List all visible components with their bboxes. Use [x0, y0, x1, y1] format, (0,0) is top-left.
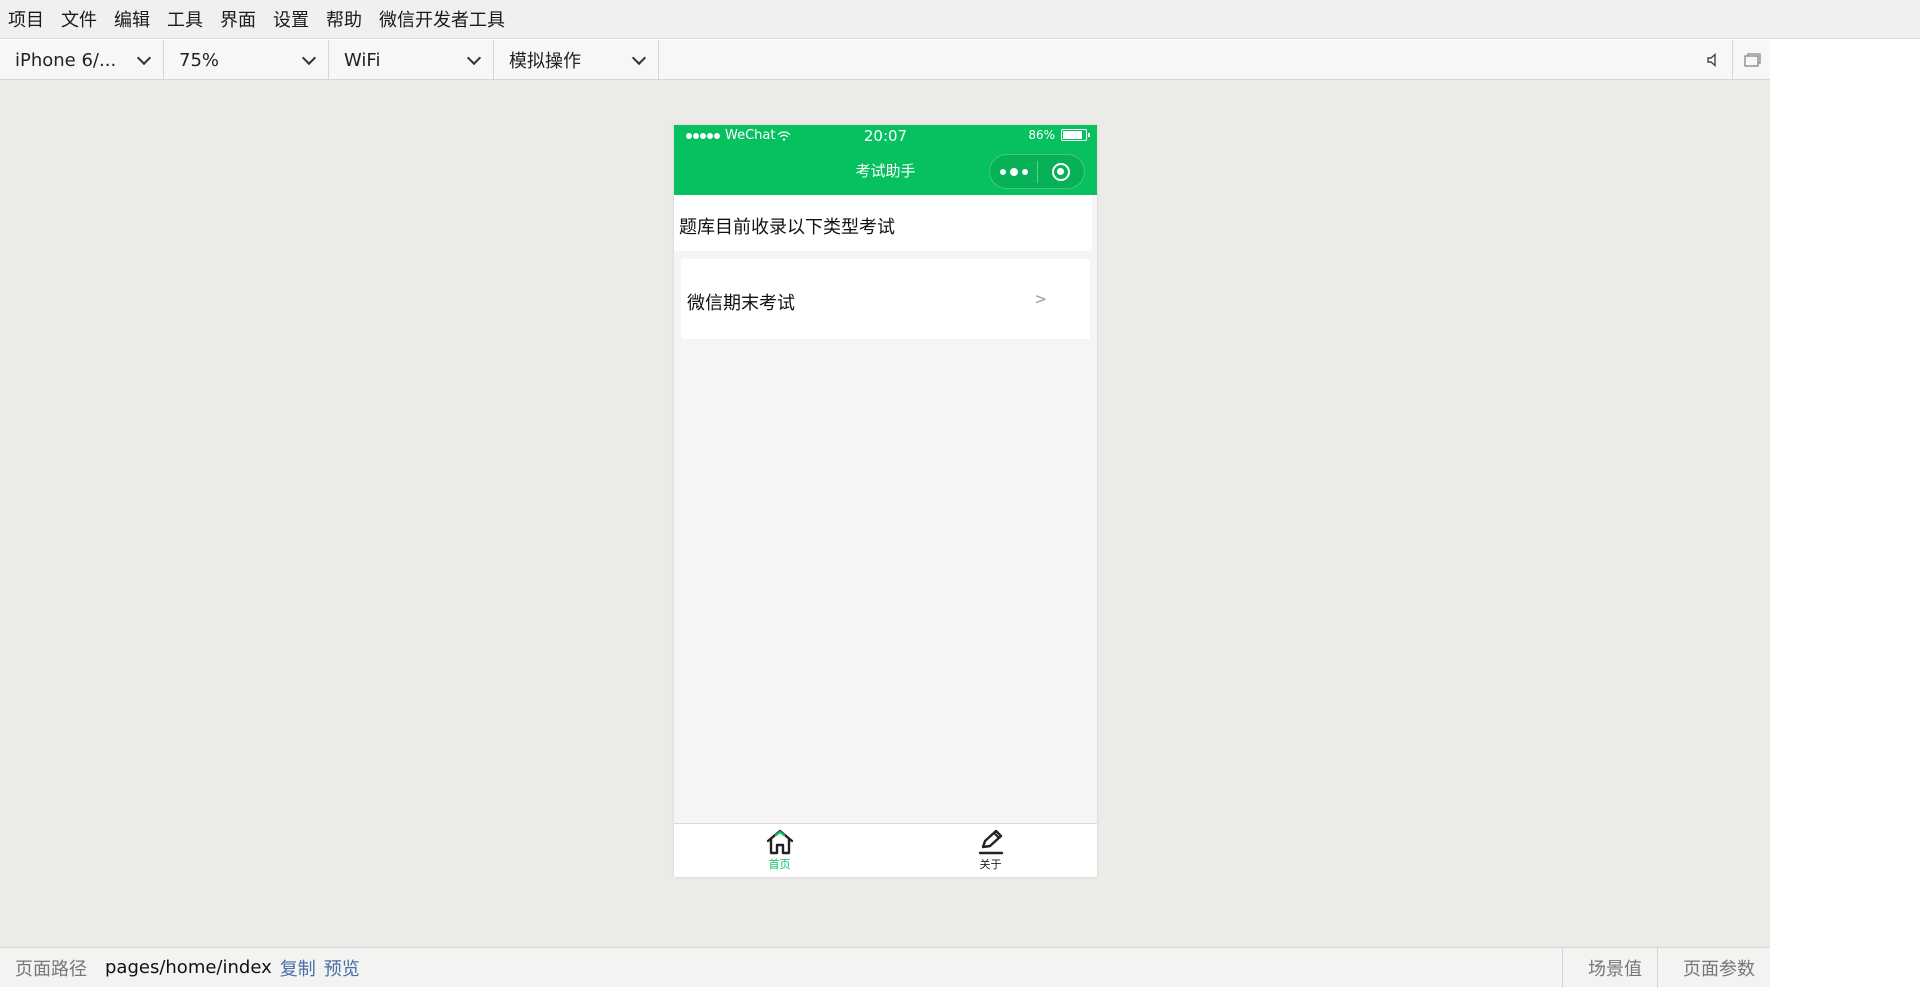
exam-name: 微信期末考试 [687, 293, 795, 314]
menu-item-tools[interactable]: 工具 [167, 6, 203, 32]
menu-item-devtools[interactable]: 微信开发者工具 [379, 6, 505, 32]
window-icon [1743, 53, 1761, 67]
capsule-menu [989, 154, 1085, 189]
tab-about[interactable]: 关于 [885, 824, 1096, 878]
phone-simulator: WeChat 20:07 86% 考试助手 题库目前收录以下类型考试 微信期末考… [674, 125, 1097, 877]
content-header: 题库目前收录以下类型考试 [674, 195, 1092, 251]
menu-item-interface[interactable]: 界面 [220, 6, 256, 32]
device-select[interactable]: iPhone 6/... [0, 40, 164, 80]
menu-item-settings[interactable]: 设置 [273, 6, 309, 32]
zoom-select-value: 75% [179, 49, 220, 71]
network-select-value: WiFi [344, 49, 381, 71]
target-icon [1051, 162, 1070, 181]
tab-bar: 首页 关于 [674, 823, 1097, 877]
close-miniprogram-button[interactable] [1038, 154, 1084, 189]
chevron-down-icon [631, 50, 647, 65]
simulator-area: iPhone 6/... 75% WiFi 模拟操作 WeChat 20:07 … [0, 40, 1770, 947]
phone-status-bar: WeChat 20:07 86% [674, 125, 1097, 147]
list-item[interactable]: 微信期末考试 > [681, 259, 1090, 339]
tab-home[interactable]: 首页 [674, 824, 885, 878]
menu-bar: 项目 文件 编辑 工具 界面 设置 帮助 微信开发者工具 [0, 0, 1920, 39]
battery-percent: 86% [1028, 128, 1055, 142]
bottom-right-buttons: 场景值 页面参数 [1562, 948, 1770, 988]
edit-icon [978, 829, 1003, 855]
preview-link[interactable]: 预览 [324, 955, 360, 981]
page-path-bar: 页面路径 pages/home/index 复制 预览 场景值 页面参数 [0, 947, 1770, 988]
mute-button[interactable] [1694, 40, 1732, 80]
operation-select[interactable]: 模拟操作 [494, 40, 659, 80]
device-select-value: iPhone 6/... [15, 49, 117, 71]
operation-select-value: 模拟操作 [509, 51, 581, 72]
tab-about-label: 关于 [979, 858, 1002, 871]
copy-link[interactable]: 复制 [280, 955, 316, 981]
zoom-select[interactable]: 75% [164, 40, 329, 80]
chevron-down-icon [466, 50, 482, 65]
chevron-right-icon: > [1034, 290, 1047, 308]
content-header-text: 题库目前收录以下类型考试 [679, 217, 895, 238]
page-params-button[interactable]: 页面参数 [1657, 948, 1770, 988]
menu-item-project[interactable]: 项目 [8, 6, 44, 32]
more-button[interactable] [990, 154, 1037, 189]
battery-icon [1061, 129, 1090, 141]
more-dots-icon [999, 168, 1006, 175]
tab-home-label: 首页 [768, 858, 791, 871]
path-label: 页面路径 [15, 958, 87, 980]
network-select[interactable]: WiFi [329, 40, 494, 80]
chevron-down-icon [136, 50, 152, 65]
menu-item-file[interactable]: 文件 [61, 6, 97, 32]
home-icon [766, 829, 793, 855]
simulator-toolbar: iPhone 6/... 75% WiFi 模拟操作 [0, 40, 1770, 80]
speaker-icon [1707, 52, 1716, 68]
menu-item-edit[interactable]: 编辑 [114, 6, 150, 32]
detach-window-button[interactable] [1732, 40, 1770, 80]
toolbar-right [1694, 40, 1770, 80]
right-blank-area [1770, 40, 1920, 987]
scene-value-button[interactable]: 场景值 [1562, 948, 1657, 988]
status-battery: 86% [1028, 128, 1090, 142]
menu-item-help[interactable]: 帮助 [326, 6, 362, 32]
phone-nav-bar: 考试助手 [674, 147, 1097, 195]
chevron-down-icon [301, 50, 317, 65]
path-value: pages/home/index [105, 957, 272, 978]
